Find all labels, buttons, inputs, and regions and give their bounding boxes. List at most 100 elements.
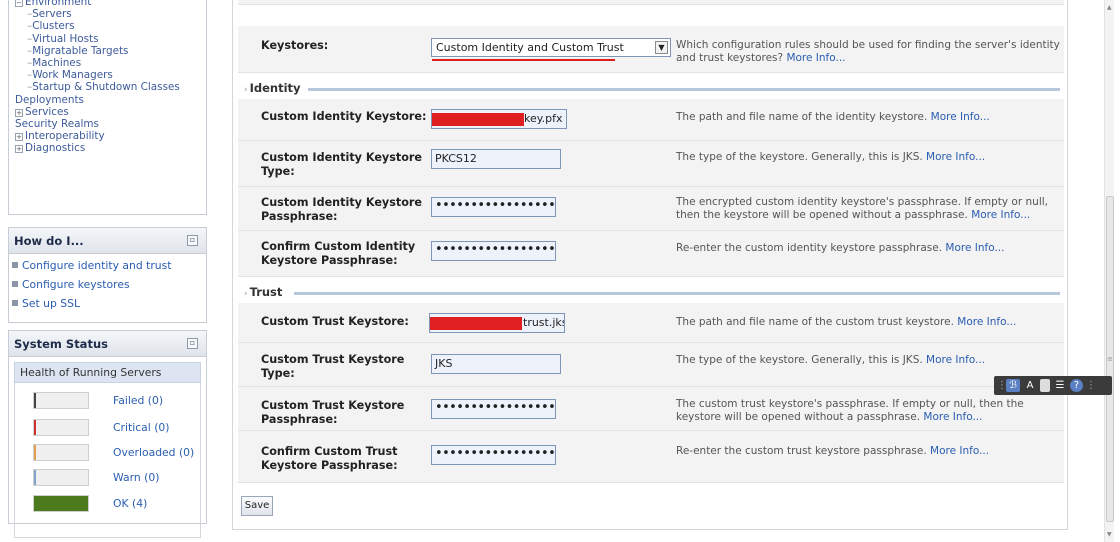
row-confirm-identity-passphrase: Confirm Custom Identity Keystore Passphr…: [238, 231, 1064, 277]
vertical-scrollbar[interactable]: ▲ ≡ ▼: [1104, 0, 1114, 542]
bullet-icon: [12, 281, 18, 287]
tree-item-label: Environment: [25, 0, 92, 8]
confirm-trust-passphrase-input[interactable]: ••••••••••••••••••: [431, 445, 556, 465]
more-icon[interactable]: ⋮: [1086, 379, 1096, 392]
health-title: Health of Running Servers: [14, 362, 201, 383]
tree-item-label: Services: [25, 105, 69, 118]
custom-trust-passphrase-input[interactable]: ••••••••••••••••••: [431, 399, 556, 419]
health-bar-edge: [34, 445, 36, 460]
keystores-selected-value: Custom Identity and Custom Trust: [436, 41, 624, 54]
tree-item[interactable]: –Migratable Targets: [27, 45, 128, 57]
link-configure-identity-and-trust[interactable]: Configure identity and trust: [12, 258, 206, 273]
collapse-icon[interactable]: −: [15, 0, 23, 7]
help-text: Re-enter the custom identity keystore pa…: [676, 242, 943, 254]
health-label: OK (4): [113, 497, 148, 510]
tree-item[interactable]: –Work Managers: [27, 69, 113, 81]
save-button[interactable]: Save: [241, 496, 273, 516]
scroll-down-icon[interactable]: ▼: [1107, 531, 1112, 538]
tree-item[interactable]: + Interoperability: [15, 130, 105, 142]
custom-trust-passphrase-label: Custom Trust Keystore Passphrase:: [261, 399, 405, 426]
grip-icon: ≡: [1107, 355, 1113, 363]
tree-item[interactable]: –Servers: [27, 8, 72, 20]
custom-trust-keystore-type-input[interactable]: JKS: [431, 354, 561, 374]
tree-item[interactable]: Deployments: [15, 94, 84, 106]
confirm-identity-passphrase-label: Confirm Custom Identity Keystore Passphr…: [261, 240, 416, 267]
tree-item[interactable]: –Clusters: [27, 20, 75, 32]
section-rule: [294, 292, 1060, 295]
custom-identity-keystore-input[interactable]: key.pfx: [431, 109, 567, 129]
health-list: Failed (0) Critical (0) Overloaded (0) Warn…: [14, 383, 201, 538]
translate-icon[interactable]: ℬ: [1006, 379, 1020, 392]
expand-icon[interactable]: +: [15, 133, 23, 142]
health-bar-edge: [34, 420, 36, 435]
expand-icon[interactable]: +: [15, 108, 23, 117]
help-text: The path and file name of the custom tru…: [676, 316, 954, 328]
more-info-link[interactable]: More Info...: [926, 151, 985, 163]
health-bar-edge: [34, 470, 36, 485]
keystores-help: Which configuration rules should be used…: [676, 39, 1060, 65]
tree-item[interactable]: + Services: [15, 106, 69, 118]
section-rule: [308, 88, 1060, 91]
health-label: Warn (0): [113, 471, 160, 484]
more-info-link[interactable]: More Info...: [945, 242, 1004, 254]
chevron-down-icon[interactable]: ▼: [655, 41, 668, 54]
floating-toolbar: ⋮ ℬ A ☰ ? ⋮: [994, 376, 1112, 395]
more-info-link[interactable]: More Info...: [930, 445, 989, 457]
health-row[interactable]: Warn (0): [25, 469, 195, 487]
more-info-link[interactable]: More Info...: [923, 411, 982, 423]
tree-item[interactable]: –Machines: [27, 57, 81, 69]
bullet-icon: [12, 300, 18, 306]
font-icon[interactable]: A: [1023, 379, 1037, 392]
link-set-up-ssl[interactable]: Set up SSL: [12, 296, 206, 311]
health-label: Critical (0): [113, 421, 170, 434]
tree-item-label: Work Managers: [32, 69, 113, 82]
custom-identity-passphrase-input[interactable]: ••••••••••••••••••: [431, 197, 556, 217]
tree-item-label: Migratable Targets: [32, 44, 129, 57]
tree-item-label: Machines: [32, 57, 82, 69]
more-info-link[interactable]: More Info...: [926, 354, 985, 366]
collapse-icon[interactable]: ▫: [187, 338, 198, 349]
tree-item-label: Virtual Hosts: [32, 32, 99, 45]
system-status-header: System Status ▫: [9, 331, 206, 357]
health-bar: [33, 419, 89, 436]
more-info-link[interactable]: More Info...: [786, 52, 845, 64]
tree-item[interactable]: − Environment: [15, 0, 91, 8]
help-text: The type of the keystore. Generally, thi…: [676, 151, 923, 163]
system-status-panel: System Status ▫ Health of Running Server…: [8, 330, 207, 538]
health-row[interactable]: OK (4): [25, 495, 195, 513]
tree-item-label: Deployments: [15, 93, 84, 106]
redaction-mark: [430, 317, 522, 330]
list-icon[interactable]: ☰: [1053, 379, 1067, 392]
collapse-icon[interactable]: ▫: [187, 235, 198, 246]
health-row[interactable]: Overloaded (0): [25, 444, 195, 462]
more-info-link[interactable]: More Info...: [971, 209, 1030, 221]
identity-section-header: › Identity: [238, 78, 1064, 98]
confirm-identity-passphrase-input[interactable]: ••••••••••••••••••: [431, 241, 556, 261]
expand-icon[interactable]: +: [15, 145, 23, 154]
custom-trust-keystore-input[interactable]: trust.jks: [429, 313, 565, 333]
row-custom-trust-passphrase: Custom Trust Keystore Passphrase: ••••••…: [238, 387, 1064, 431]
more-info-link[interactable]: More Info...: [957, 316, 1016, 328]
row-custom-identity-passphrase: Custom Identity Keystore Passphrase: •••…: [238, 187, 1064, 231]
tree-item[interactable]: –Virtual Hosts: [27, 33, 99, 45]
system-status-title: System Status: [14, 337, 108, 351]
health-row[interactable]: Critical (0): [25, 419, 195, 437]
trust-section-header: › Trust: [238, 282, 1064, 302]
custom-identity-keystore-type-input[interactable]: PKCS12: [431, 149, 561, 169]
scroll-up-icon[interactable]: ▲: [1107, 4, 1112, 11]
how-do-i-panel: How do I... ▫ Configure identity and tru…: [8, 227, 207, 323]
how-do-i-header: How do I... ▫: [9, 228, 206, 254]
domain-structure-tree: − Environment –Servers –Clusters –Virtual Ho…: [8, 0, 207, 215]
health-bar: [33, 469, 89, 486]
tree-item[interactable]: + Diagnostics: [15, 142, 85, 154]
more-info-link[interactable]: More Info...: [931, 111, 990, 123]
keystores-select[interactable]: Custom Identity and Custom Trust ▼: [431, 38, 671, 61]
help-icon[interactable]: ?: [1070, 379, 1083, 392]
grip-icon[interactable]: ⋮: [997, 379, 1007, 392]
tree-item[interactable]: –Startup & Shutdown Classes: [27, 81, 180, 93]
tree-item[interactable]: Security Realms: [15, 118, 99, 130]
health-row[interactable]: Failed (0): [25, 392, 195, 410]
tree-item-label: Clusters: [32, 20, 75, 33]
page-icon[interactable]: [1040, 379, 1050, 392]
link-configure-keystores[interactable]: Configure keystores: [12, 277, 206, 292]
